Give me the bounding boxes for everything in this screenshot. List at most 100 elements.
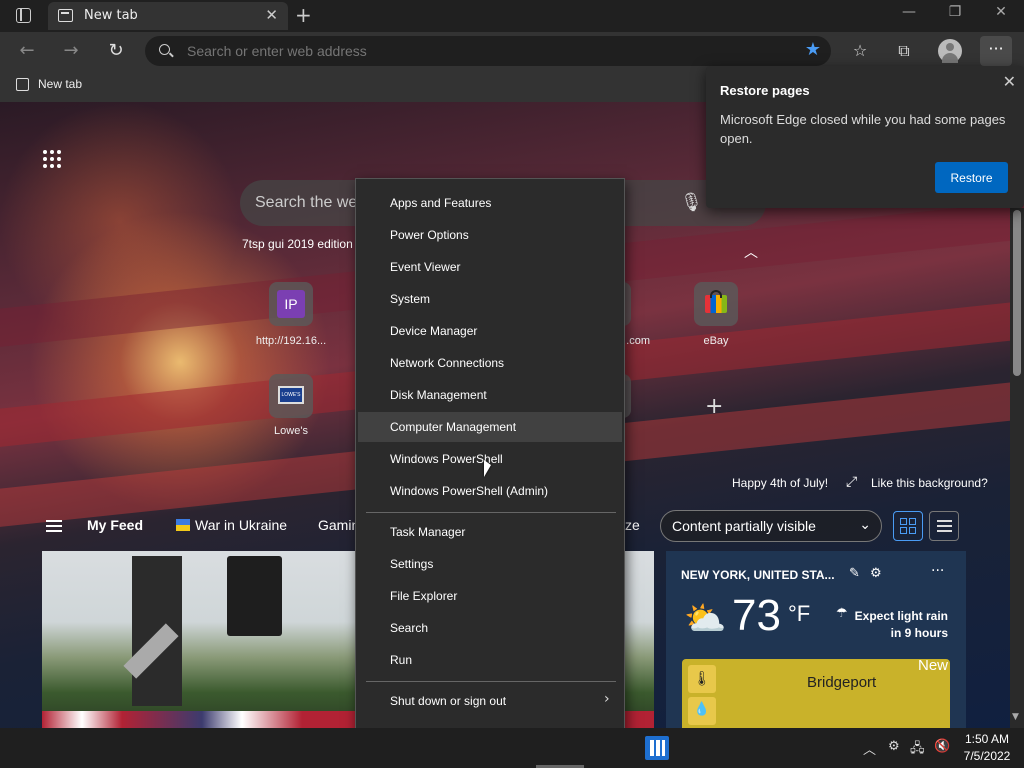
partly-cloudy-icon: ⛅ (684, 599, 727, 639)
content-visibility-value: Content partially visible (672, 518, 816, 534)
search-icon (159, 44, 170, 55)
taskbar: ︿ ⚙ 🖧 🔇 1:50 AM 7/5/2022 (0, 728, 1024, 768)
hamburger-icon[interactable] (46, 520, 62, 532)
menu-separator (366, 681, 616, 682)
my-feed-tab[interactable]: My Feed (87, 517, 143, 533)
volume-muted-icon[interactable]: 🔇 (934, 739, 950, 754)
collapse-chevron-icon[interactable]: ︿ (744, 242, 758, 262)
site-label-ebay: eBay (703, 335, 729, 347)
restore-pages-dialog: Restore pages ✕ Microsoft Edge closed wh… (706, 66, 1024, 208)
site-label-ip: http://192.16... (255, 335, 327, 347)
lowes-site-icon: LOWE'S (278, 386, 304, 404)
tray-app-icon[interactable]: ⚙ (888, 739, 900, 754)
menu-item-disk-management[interactable]: Disk Management (358, 380, 622, 410)
weather-map[interactable]: 🌡 💧 Bridgeport New (682, 657, 950, 728)
restore-button[interactable]: Restore (935, 162, 1008, 193)
new-tab-icon (16, 78, 29, 91)
menu-item-system[interactable]: System (358, 284, 622, 314)
close-icon[interactable]: ✕ (1003, 72, 1016, 91)
menu-item-settings[interactable]: Settings (358, 549, 622, 579)
minimize-button[interactable]: — (894, 4, 924, 20)
weather-card[interactable]: NEW YORK, UNITED STA... ✎ ⚙ ··· ⛅ 73 °F … (666, 551, 966, 728)
menu-item-task-manager[interactable]: Task Manager (358, 517, 622, 547)
war-in-ukraine-tab[interactable]: War in Ukraine (195, 517, 287, 533)
grid-view-button[interactable] (893, 511, 923, 541)
clock-date: 7/5/2022 (963, 749, 1011, 763)
site-tile-lowes[interactable]: LOWE'S (269, 374, 313, 418)
page-scrollbar[interactable]: ▼ (1010, 208, 1024, 728)
like-background-link[interactable]: Like this background? (871, 476, 988, 490)
menu-item-device-manager[interactable]: Device Manager (358, 316, 622, 346)
site-tile-ip[interactable]: IP (269, 282, 313, 326)
site-tile-ebay[interactable] (694, 282, 738, 326)
add-site-button[interactable]: + (705, 394, 723, 419)
title-bar: New tab ✕ + — ❐ ✕ (0, 0, 1024, 32)
menu-item-apps-and-features[interactable]: Apps and Features (358, 188, 622, 218)
restore-window-button[interactable]: ❐ (940, 4, 970, 20)
more-options-icon[interactable]: ··· (931, 563, 944, 579)
weather-location: NEW YORK, UNITED STA... (681, 568, 835, 582)
system-clock[interactable]: 1:50 AM 7/5/2022 (956, 731, 1018, 765)
favorite-star-icon[interactable]: ★ (805, 39, 821, 60)
menu-item-power-options[interactable]: Power Options (358, 220, 622, 250)
personalize-button[interactable]: ze (625, 517, 640, 533)
map-corner-label: New (917, 657, 948, 674)
new-tab-button[interactable]: + (295, 3, 312, 27)
menu-item-event-viewer[interactable]: Event Viewer (358, 252, 622, 282)
thermometer-icon: 🌡 (688, 665, 716, 693)
address-bar[interactable]: ★ (145, 36, 831, 66)
menu-item-windows-powershell-admin[interactable]: Windows PowerShell (Admin) (358, 476, 622, 506)
scrollbar-thumb[interactable] (1013, 210, 1021, 376)
menu-item-shut-down-or-sign-out[interactable]: Shut down or sign out (358, 686, 622, 716)
restore-message: Microsoft Edge closed while you had some… (720, 112, 1006, 146)
restore-title: Restore pages (720, 83, 810, 98)
app-launcher-icon[interactable] (43, 150, 61, 168)
gaming-tab[interactable]: Gamin (318, 517, 359, 533)
collections-icon[interactable]: ⧉ (892, 40, 916, 64)
close-tab-icon[interactable]: ✕ (265, 6, 278, 24)
menu-item-run[interactable]: Run (358, 645, 622, 675)
settings-more-button[interactable]: ··· (980, 36, 1012, 66)
weather-forecast: Expect light rain in 9 hours (855, 608, 948, 642)
edit-location-icon[interactable]: ✎ (849, 566, 860, 581)
search-placeholder: Search the we (255, 194, 358, 211)
refresh-button[interactable]: ↻ (103, 38, 129, 64)
tab-new-tab[interactable]: New tab ✕ (48, 2, 288, 30)
weather-unit: °F (788, 601, 811, 626)
menu-separator (366, 512, 616, 513)
profile-avatar[interactable] (938, 39, 962, 63)
forecast-line-1: Expect light rain (854, 609, 948, 623)
content-visibility-select[interactable]: Content partially visible ⌄ (660, 510, 882, 542)
scroll-down-arrow-icon[interactable]: ▼ (1012, 712, 1019, 722)
background-caption: 7tsp gui 2019 edition (242, 237, 353, 251)
list-view-button[interactable] (929, 511, 959, 541)
network-icon[interactable]: 🖧 (910, 739, 925, 761)
weather-settings-icon[interactable]: ⚙ (870, 566, 882, 581)
new-tab-icon (58, 9, 73, 22)
favorites-item-new-tab[interactable]: New tab (38, 77, 82, 91)
menu-item-computer-management[interactable]: Computer Management (358, 412, 622, 442)
close-window-button[interactable]: ✕ (986, 4, 1016, 20)
clock-time: 1:50 AM (964, 732, 1010, 746)
navigation-toolbar: ← → ↻ ★ ☆ ⧉ ··· (0, 32, 1024, 70)
taskbar-app-icon[interactable] (645, 736, 669, 760)
weather-temperature: 73 (732, 591, 781, 640)
chevron-right-icon: › (604, 691, 610, 707)
show-hidden-icons-chevron-icon[interactable]: ︿ (863, 739, 876, 758)
menu-item-file-explorer[interactable]: File Explorer (358, 581, 622, 611)
forward-button[interactable]: → (58, 38, 84, 64)
map-city-label: Bridgeport (807, 674, 877, 691)
tab-actions-icon[interactable] (16, 8, 31, 23)
mouse-cursor-icon (484, 460, 491, 477)
umbrella-icon: ☂ (836, 606, 848, 621)
address-input[interactable] (187, 41, 747, 61)
expand-icon[interactable]: ⤢ (846, 473, 857, 490)
back-button[interactable]: ← (14, 38, 40, 64)
microphone-icon[interactable]: 🎙 (680, 192, 703, 213)
forecast-line-2: in 9 hours (890, 626, 948, 640)
menu-item-network-connections[interactable]: Network Connections (358, 348, 622, 378)
ukraine-flag-icon (176, 519, 190, 531)
favorites-icon[interactable]: ☆ (848, 40, 872, 64)
site-label-lowes: Lowe's (274, 425, 308, 437)
menu-item-search[interactable]: Search (358, 613, 622, 643)
